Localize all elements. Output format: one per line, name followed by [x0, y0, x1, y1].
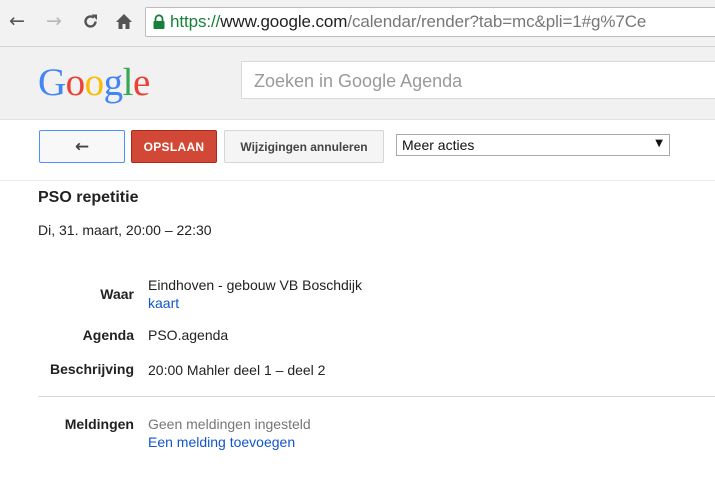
- back-arrow-icon: ←: [74, 136, 90, 157]
- where-value[interactable]: Eindhoven - gebouw VB Boschdijk: [148, 277, 362, 293]
- save-button[interactable]: OPSLAAN: [131, 130, 217, 163]
- logo-letter: o: [65, 61, 86, 104]
- calendar-label: Agenda: [82, 327, 134, 343]
- url-scheme: https://: [170, 12, 221, 31]
- add-notification-link[interactable]: Een melding toevoegen: [148, 434, 295, 450]
- forward-arrow-icon[interactable]: →: [43, 10, 65, 32]
- url-host: www.google.com: [220, 12, 348, 31]
- map-link[interactable]: kaart: [148, 295, 179, 311]
- event-datetime[interactable]: Di, 31. maart, 20:00 – 22:30: [38, 222, 212, 238]
- browser-toolbar: ← → https://www.google.com/calendar/rend…: [0, 0, 715, 47]
- lock-icon: [153, 14, 165, 29]
- url-path: /calendar/render?tab=mc&pli=1#g%7Ce: [347, 12, 647, 31]
- calendar-value[interactable]: PSO.agenda: [148, 327, 228, 343]
- notifications-value: Geen meldingen ingesteld: [148, 416, 311, 432]
- description-value[interactable]: 20:00 Mahler deel 1 – deel 2: [148, 362, 325, 378]
- logo-letter: o: [84, 61, 105, 104]
- url-text: https://www.google.com/calendar/render?t…: [170, 12, 646, 32]
- address-bar[interactable]: https://www.google.com/calendar/render?t…: [145, 7, 715, 37]
- where-label: Waar: [100, 286, 134, 302]
- notifications-label: Meldingen: [64, 416, 134, 432]
- logo-letter: e: [133, 61, 150, 104]
- event-toolbar: ← OPSLAAN Wijzigingen annuleren Meer act…: [0, 120, 715, 181]
- logo-letter: l: [122, 61, 134, 104]
- google-logo[interactable]: Google: [38, 60, 150, 105]
- reload-glyph: [83, 14, 97, 28]
- search-input[interactable]: Zoeken in Google Agenda: [241, 61, 715, 99]
- back-button[interactable]: ←: [39, 130, 125, 163]
- reload-icon[interactable]: [79, 10, 101, 32]
- more-actions-label: Meer acties: [402, 137, 475, 153]
- app-header: Google Zoeken in Google Agenda: [0, 47, 715, 120]
- more-actions-dropdown[interactable]: Meer acties ▼: [396, 134, 670, 156]
- home-icon[interactable]: [113, 10, 135, 32]
- cancel-changes-button[interactable]: Wijzigingen annuleren: [224, 130, 384, 163]
- description-label: Beschrijving: [49, 361, 134, 377]
- logo-letter: g: [103, 61, 124, 104]
- section-divider: [38, 396, 715, 397]
- logo-letter: G: [38, 61, 66, 104]
- back-arrow-icon[interactable]: ←: [6, 10, 28, 32]
- event-title[interactable]: PSO repetitie: [38, 189, 138, 207]
- home-glyph: [116, 13, 132, 29]
- dropdown-arrow-icon: ▼: [655, 138, 663, 149]
